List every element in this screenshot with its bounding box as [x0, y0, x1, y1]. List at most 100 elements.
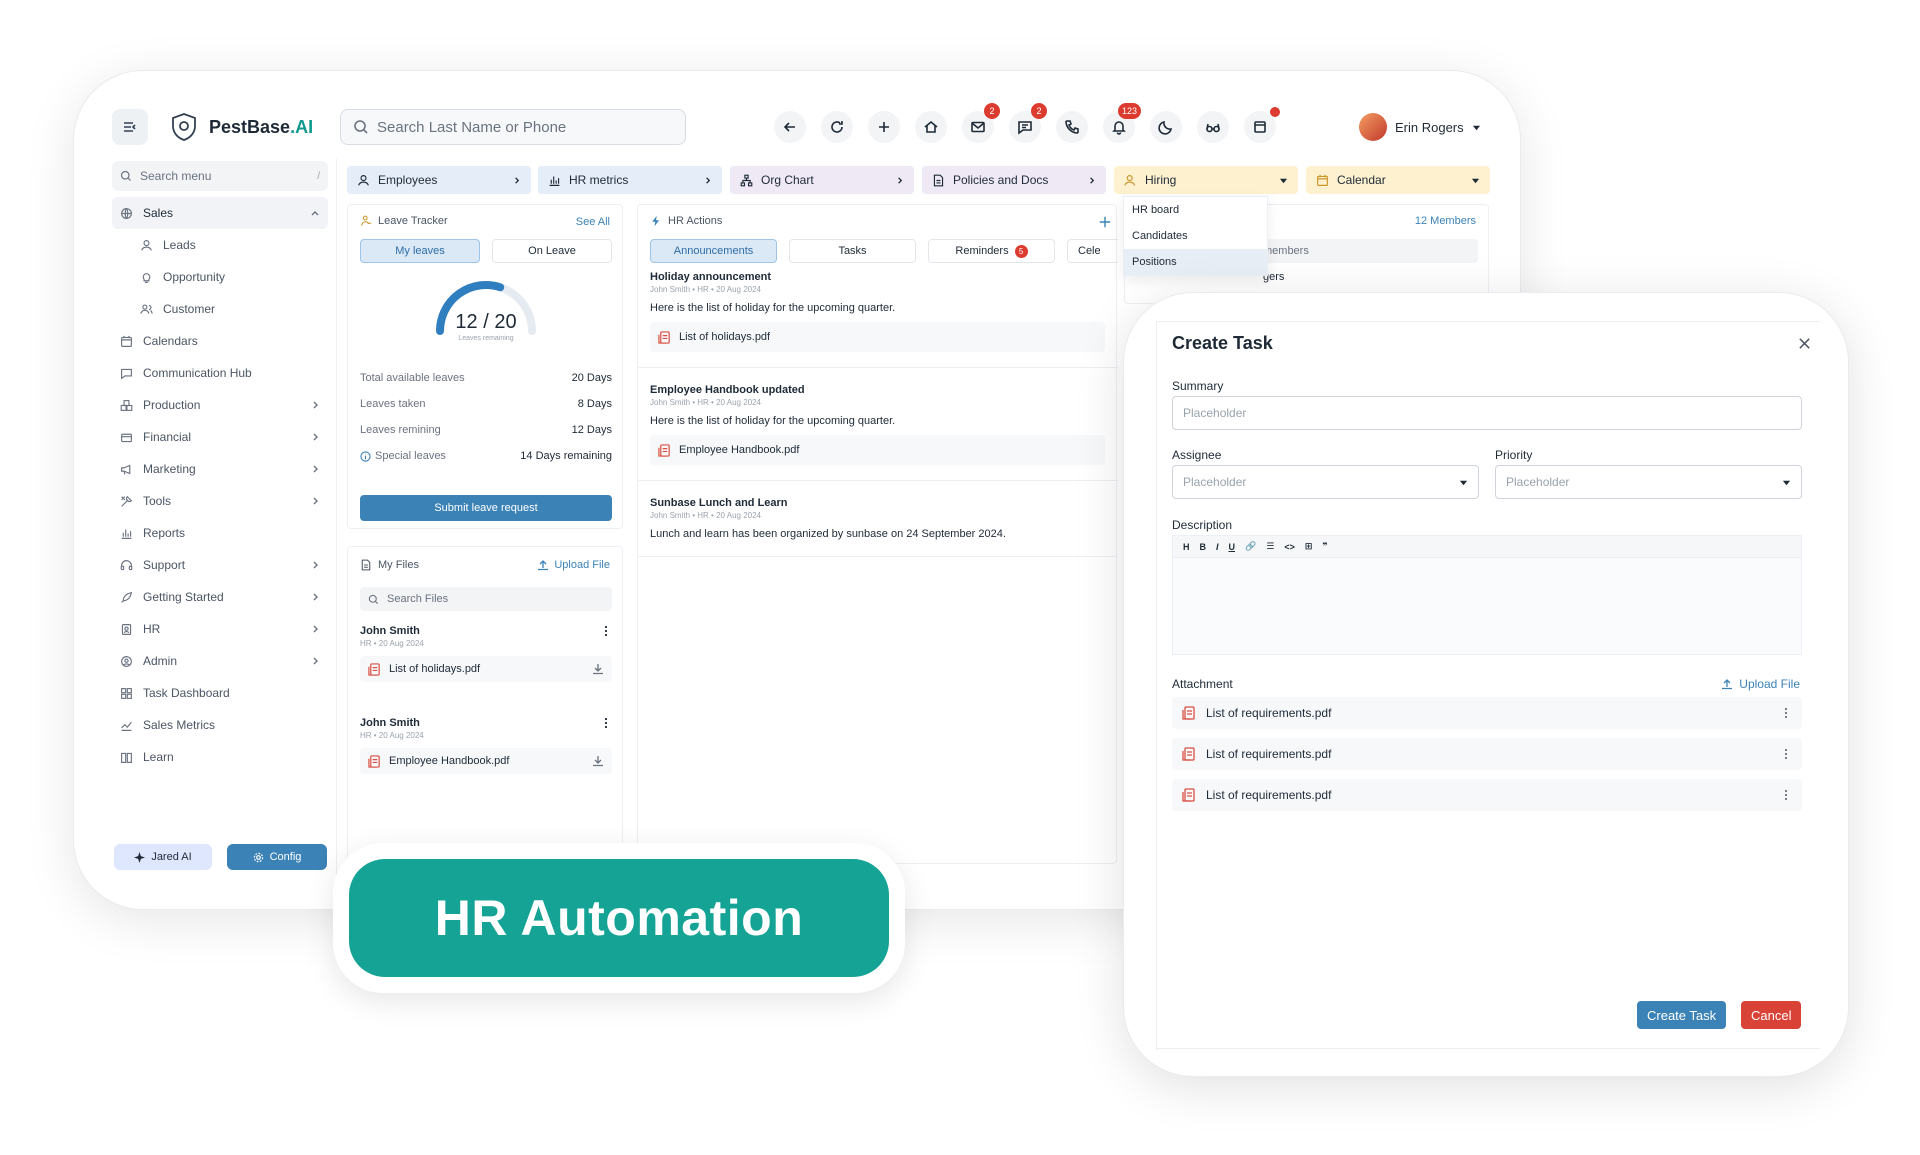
- tab-tasks[interactable]: Tasks: [789, 239, 916, 263]
- chat-button[interactable]: 2: [1009, 103, 1047, 143]
- file-row[interactable]: List of holidays.pdf: [360, 656, 612, 682]
- menu-toggle-button[interactable]: [112, 109, 148, 145]
- chevron-right-icon: [310, 592, 320, 602]
- app-logo[interactable]: PestBase.AI: [169, 111, 313, 143]
- cancel-button[interactable]: Cancel: [1741, 1001, 1802, 1029]
- link-button[interactable]: 🔗: [1245, 541, 1256, 552]
- sidebar-item-production[interactable]: Production: [112, 389, 328, 421]
- assignee-select[interactable]: Placeholder: [1172, 465, 1479, 499]
- more-vertical-icon[interactable]: [1780, 789, 1792, 801]
- tab-calendar[interactable]: Calendar: [1306, 166, 1490, 194]
- download-icon[interactable]: [592, 663, 604, 675]
- create-task-button[interactable]: Create Task: [1637, 1001, 1727, 1029]
- tab-on-leave[interactable]: On Leave: [492, 239, 612, 263]
- jared-ai-button[interactable]: Jared AI: [114, 844, 212, 870]
- home-button[interactable]: [915, 111, 947, 143]
- priority-select[interactable]: Placeholder: [1495, 465, 1802, 499]
- upload-file-link[interactable]: Upload File: [1721, 677, 1800, 691]
- attachment-row[interactable]: List of requirements.pdf: [1172, 697, 1802, 729]
- tab-hr-metrics[interactable]: HR metrics: [538, 166, 722, 194]
- sidebar-item-tools[interactable]: Tools: [112, 485, 328, 517]
- sidebar-item-getting-started[interactable]: Getting Started: [112, 581, 328, 613]
- bold-button[interactable]: B: [1200, 542, 1207, 552]
- add-action-icon[interactable]: [1098, 215, 1112, 229]
- more-vertical-icon[interactable]: [600, 717, 612, 729]
- tab-reminders[interactable]: Reminders 5: [928, 239, 1055, 263]
- search-files-input[interactable]: Search Files: [360, 587, 612, 611]
- see-all-link[interactable]: See All: [576, 216, 610, 228]
- attachment-row[interactable]: List of requirements.pdf: [1172, 738, 1802, 770]
- upload-file-link[interactable]: Upload File: [537, 559, 610, 571]
- attachment-label: Attachment: [1172, 677, 1233, 691]
- code-button[interactable]: <>: [1284, 542, 1295, 552]
- sidebar-item-financial[interactable]: Financial: [112, 421, 328, 453]
- config-button[interactable]: Config: [227, 844, 327, 870]
- sidebar-item-learn[interactable]: Learn: [112, 741, 328, 773]
- description-editor[interactable]: H B I U 🔗 ☰ <> ⊞ ❞: [1172, 535, 1802, 655]
- menu-item-positions[interactable]: Positions: [1124, 249, 1267, 275]
- tab-hiring[interactable]: Hiring: [1114, 166, 1298, 194]
- tab-celebrations[interactable]: Cele: [1067, 239, 1118, 263]
- menu-item-hr-board[interactable]: HR board: [1124, 197, 1267, 223]
- dark-mode-button[interactable]: [1150, 111, 1182, 143]
- refresh-button[interactable]: [821, 111, 853, 143]
- window-button[interactable]: [1244, 107, 1280, 143]
- user-menu[interactable]: Erin Rogers: [1359, 111, 1481, 143]
- sidebar-item-calendars[interactable]: Calendars: [112, 325, 328, 357]
- my-files-card: My Files Upload File Search Files John S…: [347, 546, 623, 876]
- list-button[interactable]: ☰: [1266, 541, 1274, 552]
- more-vertical-icon[interactable]: [1780, 707, 1792, 719]
- sidebar-item-reports[interactable]: Reports: [112, 517, 328, 549]
- close-icon[interactable]: [1797, 336, 1812, 351]
- back-button[interactable]: [774, 111, 806, 143]
- window-status-dot: [1270, 107, 1280, 117]
- sidebar-item-hr[interactable]: HR: [112, 613, 328, 645]
- pdf-icon: [658, 330, 671, 344]
- sidebar-item-admin[interactable]: Admin: [112, 645, 328, 677]
- phone-button[interactable]: [1056, 111, 1088, 143]
- sidebar-item-communication-hub[interactable]: Communication Hub: [112, 357, 328, 389]
- members-link[interactable]: 12 Members: [1415, 215, 1476, 227]
- glasses-button[interactable]: [1197, 111, 1229, 143]
- more-vertical-icon[interactable]: [1780, 748, 1792, 760]
- underline-button[interactable]: U: [1229, 542, 1236, 552]
- upload-label: Upload File: [554, 559, 610, 571]
- tab-policies-and-docs[interactable]: Policies and Docs: [922, 166, 1106, 194]
- upload-label: Upload File: [1739, 677, 1800, 691]
- search-placeholder: Search Last Name or Phone: [377, 118, 567, 136]
- post-attachment[interactable]: Employee Handbook.pdf: [650, 435, 1105, 465]
- summary-input[interactable]: Placeholder: [1172, 396, 1802, 430]
- quote-button[interactable]: ❞: [1322, 541, 1327, 552]
- sidebar-item-support[interactable]: Support: [112, 549, 328, 581]
- download-icon[interactable]: [592, 755, 604, 767]
- sidebar-search-input[interactable]: Search menu /: [112, 161, 328, 191]
- sidebar-item-label: Sales: [143, 206, 174, 220]
- org-chart-icon: [740, 174, 753, 187]
- mail-badge: 2: [984, 103, 1000, 119]
- tab-my-leaves[interactable]: My leaves: [360, 239, 480, 263]
- tab-announcements[interactable]: Announcements: [650, 239, 777, 263]
- tab-employees[interactable]: Employees: [347, 166, 531, 194]
- file-row[interactable]: Employee Handbook.pdf: [360, 748, 612, 774]
- global-search-input[interactable]: Search Last Name or Phone: [340, 109, 686, 145]
- heading-button[interactable]: H: [1183, 542, 1190, 552]
- submit-leave-request-button[interactable]: Submit leave request: [360, 495, 612, 521]
- sidebar-item-customer[interactable]: Customer: [112, 293, 328, 325]
- menu-item-candidates[interactable]: Candidates: [1124, 223, 1267, 249]
- sidebar-item-marketing[interactable]: Marketing: [112, 453, 328, 485]
- notifications-button[interactable]: 123: [1103, 103, 1141, 143]
- attachment-row[interactable]: List of requirements.pdf: [1172, 779, 1802, 811]
- sidebar-item-task-dashboard[interactable]: Task Dashboard: [112, 677, 328, 709]
- post-attachment[interactable]: List of holidays.pdf: [650, 322, 1105, 352]
- tab-org-chart[interactable]: Org Chart: [730, 166, 914, 194]
- sidebar-item-opportunity[interactable]: Opportunity: [112, 261, 328, 293]
- mail-button[interactable]: 2: [962, 103, 1000, 143]
- add-button[interactable]: [868, 111, 900, 143]
- sidebar-item-sales[interactable]: Sales: [112, 197, 328, 229]
- sidebar-item-sales-metrics[interactable]: Sales Metrics: [112, 709, 328, 741]
- more-vertical-icon[interactable]: [600, 625, 612, 637]
- sidebar-item-leads[interactable]: Leads: [112, 229, 328, 261]
- italic-button[interactable]: I: [1216, 542, 1219, 552]
- table-button[interactable]: ⊞: [1305, 541, 1313, 552]
- chevron-right-icon: [310, 560, 320, 570]
